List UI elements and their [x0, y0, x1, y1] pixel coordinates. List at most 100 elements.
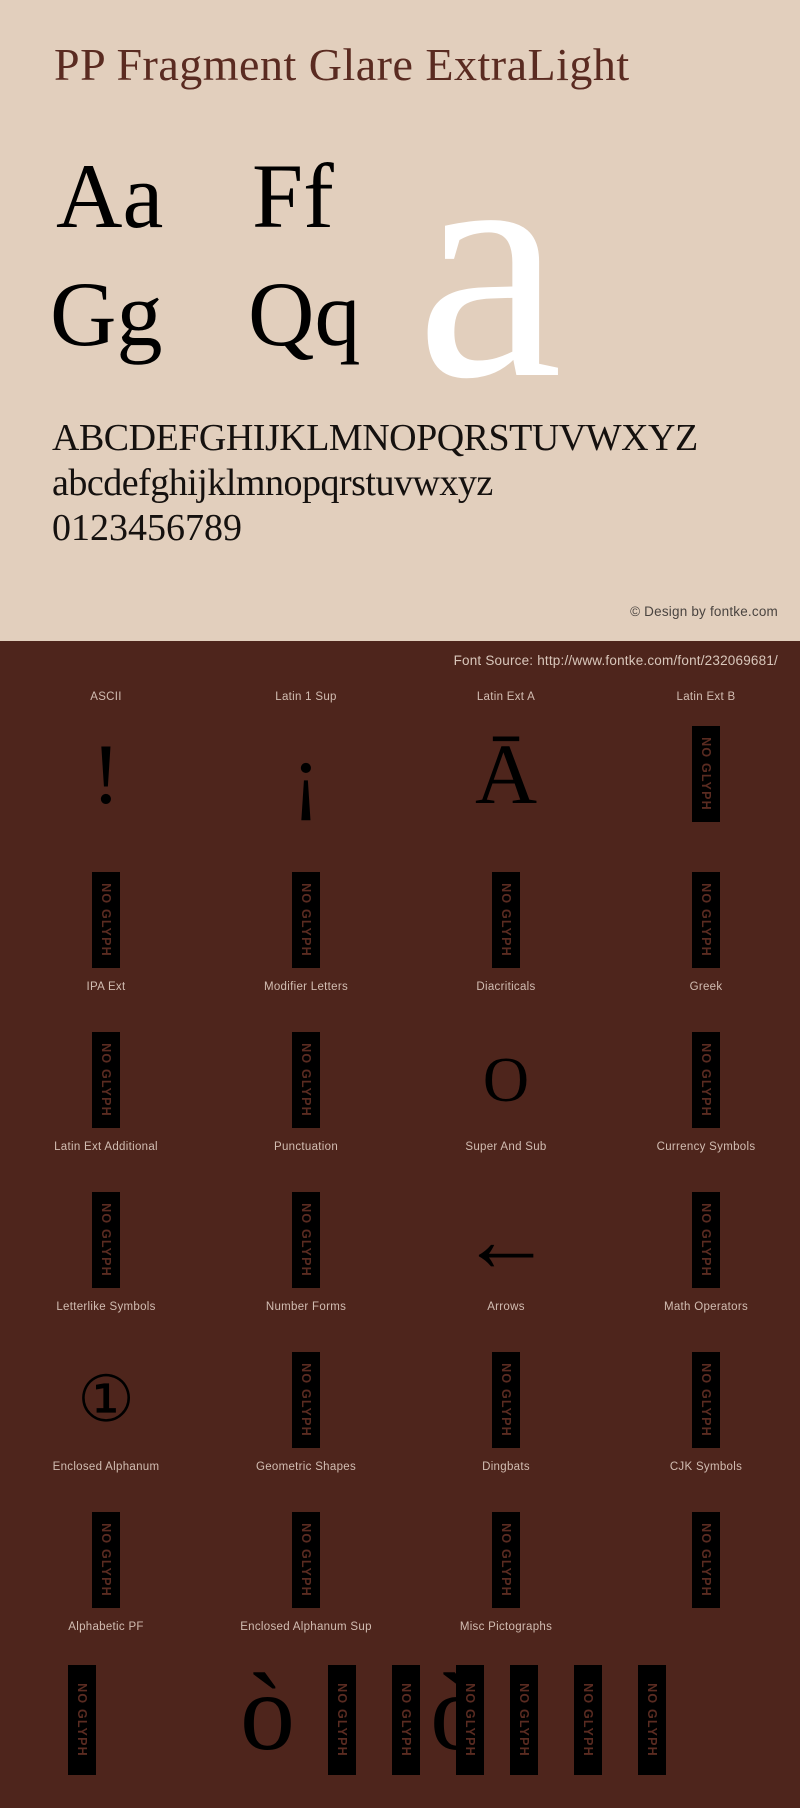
- no-glyph-label: NO GLYPH: [699, 1363, 713, 1437]
- unicode-block-cell[interactable]: Alphabetic PF NO GLYPH: [6, 1485, 206, 1645]
- unicode-block-label: Super And Sub: [465, 1141, 547, 1153]
- sample-pair-ff: Ff: [252, 145, 334, 247]
- unicode-block-row: Latin Ext Additional NO GLYPH Punctuation N…: [0, 1005, 800, 1165]
- specimen-header-panel: PP Fragment Glare ExtraLight Aa Ff Gg Qq…: [0, 0, 800, 641]
- no-glyph-box-wrapper: NO GLYPH: [638, 1665, 666, 1775]
- unicode-block-cell[interactable]: Misc Pictographs NO GLYPH: [406, 1485, 606, 1645]
- unicode-block-label: Dingbats: [482, 1461, 530, 1473]
- unicode-block-cell[interactable]: Latin 1 Sup ¡: [206, 685, 406, 845]
- unicode-block-label: Math Operators: [663, 1301, 749, 1313]
- unicode-block-label: Latin Ext B: [676, 691, 736, 703]
- block-glyph-preview: NO GLYPH: [6, 1019, 206, 1141]
- unicode-block-label: CJK Symbols: [669, 1461, 743, 1473]
- no-glyph-box: NO GLYPH: [68, 1665, 96, 1775]
- glyph-character: Ā: [474, 726, 538, 822]
- no-glyph-label: NO GLYPH: [335, 1683, 349, 1757]
- unicode-block-label: IPA Ext: [86, 981, 126, 993]
- unicode-block-cell[interactable]: Enclosed Alphanum ①: [6, 1325, 206, 1485]
- no-glyph-label: NO GLYPH: [99, 883, 113, 957]
- unicode-block-row: IPA Ext NO GLYPH Modifier Letters NO GLYPH D…: [0, 845, 800, 1005]
- no-glyph-box: NO GLYPH: [692, 726, 720, 822]
- unicode-block-cell[interactable]: Latin Ext Additional NO GLYPH: [6, 1005, 206, 1165]
- block-glyph-preview: NO GLYPH: [406, 859, 606, 981]
- no-glyph-label: NO GLYPH: [399, 1683, 413, 1757]
- block-glyph-preview: ¡: [206, 713, 406, 835]
- showcase-letter-a: a: [416, 82, 563, 447]
- no-glyph-box: NO GLYPH: [638, 1665, 666, 1775]
- unicode-blocks-grid: ASCII! Latin 1 Sup ¡ Latin Ext A Ā Latin Ext …: [0, 685, 800, 1808]
- unicode-block-cell[interactable]: Number Forms NO GLYPH: [206, 1165, 406, 1325]
- no-glyph-box: NO GLYPH: [510, 1665, 538, 1775]
- no-glyph-box: NO GLYPH: [292, 1192, 320, 1288]
- unicode-block-cell[interactable]: Latin Ext A Ā: [406, 685, 606, 845]
- no-glyph-box: NO GLYPH: [92, 1192, 120, 1288]
- sample-pair-gg: Gg: [50, 263, 163, 365]
- sample-letters-grid: Aa Ff Gg Qq a: [0, 100, 800, 430]
- no-glyph-box: NO GLYPH: [292, 1352, 320, 1448]
- unicode-block-cell[interactable]: IPA Ext NO GLYPH: [6, 845, 206, 1005]
- unicode-block-label: Enclosed Alphanum Sup: [240, 1621, 372, 1633]
- unicode-block-cell[interactable]: Math Operators NO GLYPH: [606, 1165, 800, 1325]
- no-glyph-box: NO GLYPH: [92, 1032, 120, 1128]
- unicode-block-row: ASCII! Latin 1 Sup ¡ Latin Ext A Ā Latin Ext …: [0, 685, 800, 845]
- no-glyph-box-wrapper: NO GLYPH: [392, 1665, 420, 1775]
- no-glyph-label: NO GLYPH: [699, 737, 713, 811]
- block-glyph-preview: NO GLYPH: [206, 1339, 406, 1461]
- no-glyph-box: NO GLYPH: [456, 1665, 484, 1775]
- glyph-character: !: [91, 726, 121, 822]
- no-glyph-box: NO GLYPH: [292, 1032, 320, 1128]
- no-glyph-box: NO GLYPH: [692, 872, 720, 968]
- unicode-block-cell[interactable]: CJK Symbols NO GLYPH: [606, 1325, 800, 1485]
- unicode-block-row: Enclosed Alphanum ① Geometric Shapes NO GLY…: [0, 1325, 800, 1485]
- block-glyph-preview: NO GLYPH: [6, 1499, 206, 1621]
- block-glyph-preview: NO GLYPH: [606, 1499, 800, 1621]
- block-glyph-preview: !: [6, 713, 206, 835]
- unicode-block-label: Alphabetic PF: [68, 1621, 144, 1633]
- unicode-block-row: Alphabetic PF NO GLYPH Enclosed Alphanum S…: [0, 1485, 800, 1645]
- unicode-block-cell[interactable]: Greek NO GLYPH: [606, 845, 800, 1005]
- unicode-block-label: Latin Ext A: [476, 691, 536, 703]
- no-glyph-label: NO GLYPH: [463, 1683, 477, 1757]
- unicode-block-cell[interactable]: Diacriticals NO GLYPH: [406, 845, 606, 1005]
- unicode-block-cell[interactable]: Modifier Letters NO GLYPH: [206, 845, 406, 1005]
- no-glyph-label: NO GLYPH: [299, 1363, 313, 1437]
- charset-preview: ABCDEFGHIJKLMNOPQRSTUVWXYZ abcdefghijklm…: [52, 416, 792, 550]
- unicode-block-label: ASCII: [90, 691, 122, 703]
- no-glyph-label: NO GLYPH: [99, 1043, 113, 1117]
- charset-uppercase: ABCDEFGHIJKLMNOPQRSTUVWXYZ: [52, 417, 698, 459]
- unicode-block-cell[interactable]: Arrows ←: [406, 1165, 606, 1325]
- no-glyph-label: NO GLYPH: [581, 1683, 595, 1757]
- unicode-block-cell[interactable]: Dingbats NO GLYPH: [406, 1325, 606, 1485]
- glyph-character: O: [482, 1044, 530, 1115]
- unicode-block-cell[interactable]: NO GLYPH: [606, 1485, 800, 1645]
- unicode-block-label: Latin Ext Additional: [54, 1141, 158, 1153]
- no-glyph-box-wrapper: NO GLYPH: [68, 1665, 96, 1775]
- unicode-block-label: Punctuation: [273, 1141, 339, 1153]
- no-glyph-box: NO GLYPH: [692, 1512, 720, 1608]
- font-source-link[interactable]: Font Source: http://www.fontke.com/font/…: [454, 653, 778, 668]
- unicode-block-cell[interactable]: Geometric Shapes NO GLYPH: [206, 1325, 406, 1485]
- charset-lowercase: abcdefghijklmnopqrstuvwxyz: [52, 461, 493, 504]
- no-glyph-label: NO GLYPH: [299, 883, 313, 957]
- no-glyph-box: NO GLYPH: [92, 872, 120, 968]
- no-glyph-label: NO GLYPH: [299, 1523, 313, 1597]
- sample-pair-aa: Aa: [56, 145, 164, 247]
- charset-digits: 0123456789: [52, 506, 242, 549]
- block-glyph-preview: NO GLYPH: [606, 713, 800, 835]
- unicode-block-cell[interactable]: Letterlike Symbols NO GLYPH: [6, 1165, 206, 1325]
- unicode-block-cell[interactable]: Currency Symbols NO GLYPH: [606, 1005, 800, 1165]
- unicode-block-cell[interactable]: Enclosed Alphanum Sup NO GLYPH: [206, 1485, 406, 1645]
- block-glyph-preview: NO GLYPH: [606, 1179, 800, 1301]
- block-glyph-preview: NO GLYPH: [206, 1179, 406, 1301]
- no-glyph-label: NO GLYPH: [99, 1203, 113, 1277]
- no-glyph-box: NO GLYPH: [574, 1665, 602, 1775]
- no-glyph-label: NO GLYPH: [699, 1043, 713, 1117]
- unicode-block-cell[interactable]: Latin Ext B NO GLYPH: [606, 685, 800, 845]
- unicode-block-cell[interactable]: Punctuation NO GLYPH: [206, 1005, 406, 1165]
- no-glyph-box: NO GLYPH: [392, 1665, 420, 1775]
- unicode-block-cell[interactable]: ASCII!: [6, 685, 206, 845]
- no-glyph-box: NO GLYPH: [492, 872, 520, 968]
- unicode-block-cell[interactable]: Super And Sub O: [406, 1005, 606, 1165]
- no-glyph-box: NO GLYPH: [292, 872, 320, 968]
- unicode-blocks-panel: Font Source: http://www.fontke.com/font/…: [0, 641, 800, 1808]
